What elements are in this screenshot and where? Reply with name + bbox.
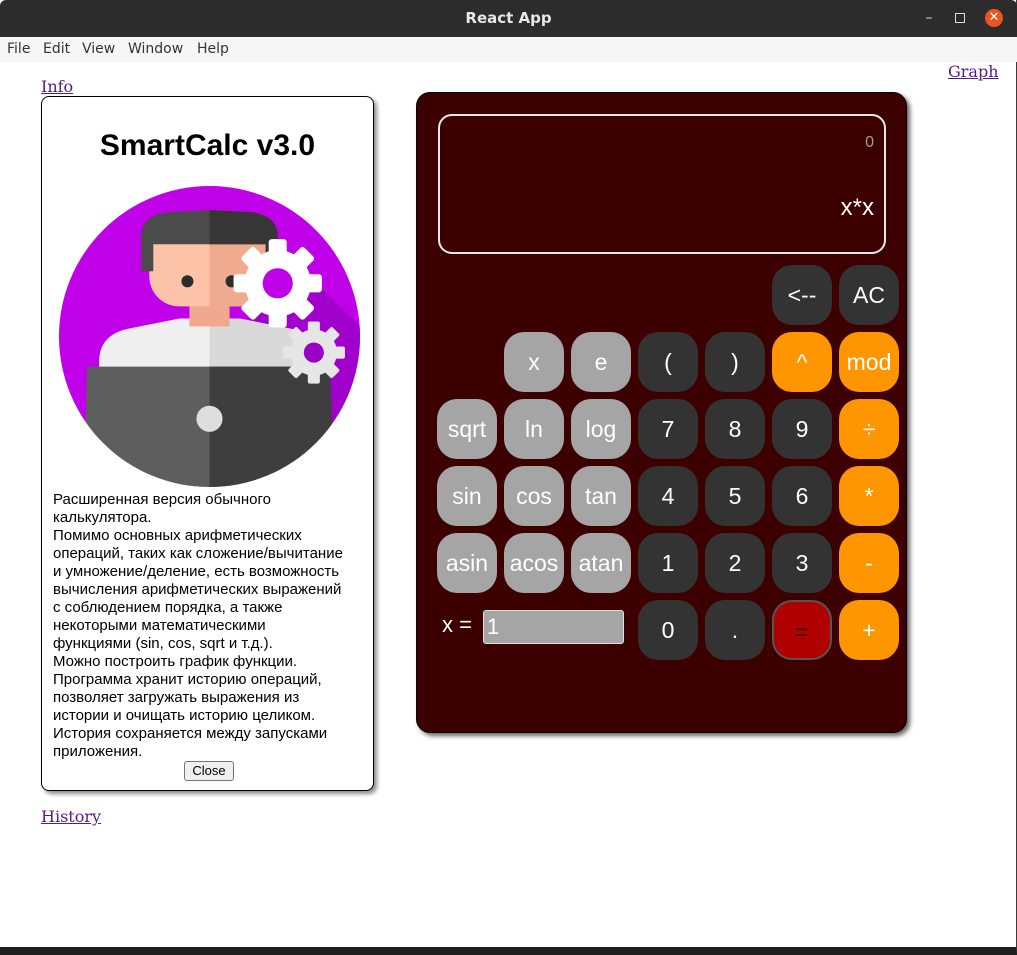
- atan-button[interactable]: atan: [571, 533, 631, 593]
- divide-button[interactable]: ÷: [839, 399, 899, 459]
- app-title: SmartCalc v3.0: [99, 129, 316, 162]
- calculator-display: 0 x*x: [438, 114, 886, 254]
- info-panel: SmartCalc v3.0 Расширенная версия обычно…: [41, 96, 374, 791]
- menu-window[interactable]: Window: [128, 41, 183, 57]
- close-window-button[interactable]: ✕: [985, 9, 1003, 27]
- close-info-button[interactable]: Close: [184, 761, 234, 781]
- sqrt-button[interactable]: sqrt: [437, 399, 497, 459]
- digit-3-button[interactable]: 3: [772, 533, 832, 593]
- digit-4-button[interactable]: 4: [638, 466, 698, 526]
- digit-2-button[interactable]: 2: [705, 533, 765, 593]
- menu-bar: File Edit View Window Help: [0, 37, 1017, 62]
- maximize-button[interactable]: [951, 9, 969, 27]
- app-window: React App – ✕ File Edit View Window Help…: [0, 0, 1017, 955]
- mod-button[interactable]: mod: [839, 332, 899, 392]
- digit-5-button[interactable]: 5: [705, 466, 765, 526]
- power-button[interactable]: ^: [772, 332, 832, 392]
- acos-button[interactable]: acos: [504, 533, 564, 593]
- backspace-button[interactable]: <--: [772, 265, 832, 325]
- title-bar: React App – ✕: [0, 0, 1017, 37]
- minus-button[interactable]: -: [839, 533, 899, 593]
- digit-9-button[interactable]: 9: [772, 399, 832, 459]
- menu-edit[interactable]: Edit: [43, 41, 70, 57]
- menu-help[interactable]: Help: [197, 41, 229, 57]
- digit-0-button[interactable]: 0: [638, 600, 698, 660]
- menu-file[interactable]: File: [7, 41, 30, 57]
- plus-button[interactable]: +: [839, 600, 899, 660]
- expression-text: x*x: [840, 194, 874, 221]
- asin-button[interactable]: asin: [437, 533, 497, 593]
- info-link[interactable]: Info: [41, 77, 73, 96]
- log-button[interactable]: log: [571, 399, 631, 459]
- cos-button[interactable]: cos: [504, 466, 564, 526]
- ln-button[interactable]: ln: [504, 399, 564, 459]
- clear-button[interactable]: AC: [839, 265, 899, 325]
- digit-1-button[interactable]: 1: [638, 533, 698, 593]
- tan-button[interactable]: tan: [571, 466, 631, 526]
- x-value-label: x =: [442, 612, 472, 637]
- decimal-point-button[interactable]: .: [705, 600, 765, 660]
- x-variable-button[interactable]: x: [504, 332, 564, 392]
- x-value-input[interactable]: 1: [483, 610, 624, 644]
- graph-link[interactable]: Graph: [948, 62, 999, 81]
- left-paren-button[interactable]: (: [638, 332, 698, 392]
- developer-illustration-icon: [59, 186, 360, 487]
- right-paren-button[interactable]: ): [705, 332, 765, 392]
- sin-button[interactable]: sin: [437, 466, 497, 526]
- history-link[interactable]: History: [41, 807, 101, 826]
- digit-8-button[interactable]: 8: [705, 399, 765, 459]
- multiply-button[interactable]: *: [839, 466, 899, 526]
- maximize-icon: [955, 13, 965, 23]
- minimize-button[interactable]: –: [920, 9, 938, 27]
- e-constant-button[interactable]: e: [571, 332, 631, 392]
- digit-6-button[interactable]: 6: [772, 466, 832, 526]
- window-title: React App: [465, 9, 552, 27]
- digit-7-button[interactable]: 7: [638, 399, 698, 459]
- calculator: 0 x*x <-- AC x e ( ) ^ mod sqrt ln log 7…: [416, 92, 907, 733]
- menu-view[interactable]: View: [82, 41, 115, 57]
- result-text: 0: [865, 134, 874, 151]
- equals-button[interactable]: =: [772, 600, 832, 660]
- info-description: Расширенная версия обычного калькулятора…: [53, 491, 343, 760]
